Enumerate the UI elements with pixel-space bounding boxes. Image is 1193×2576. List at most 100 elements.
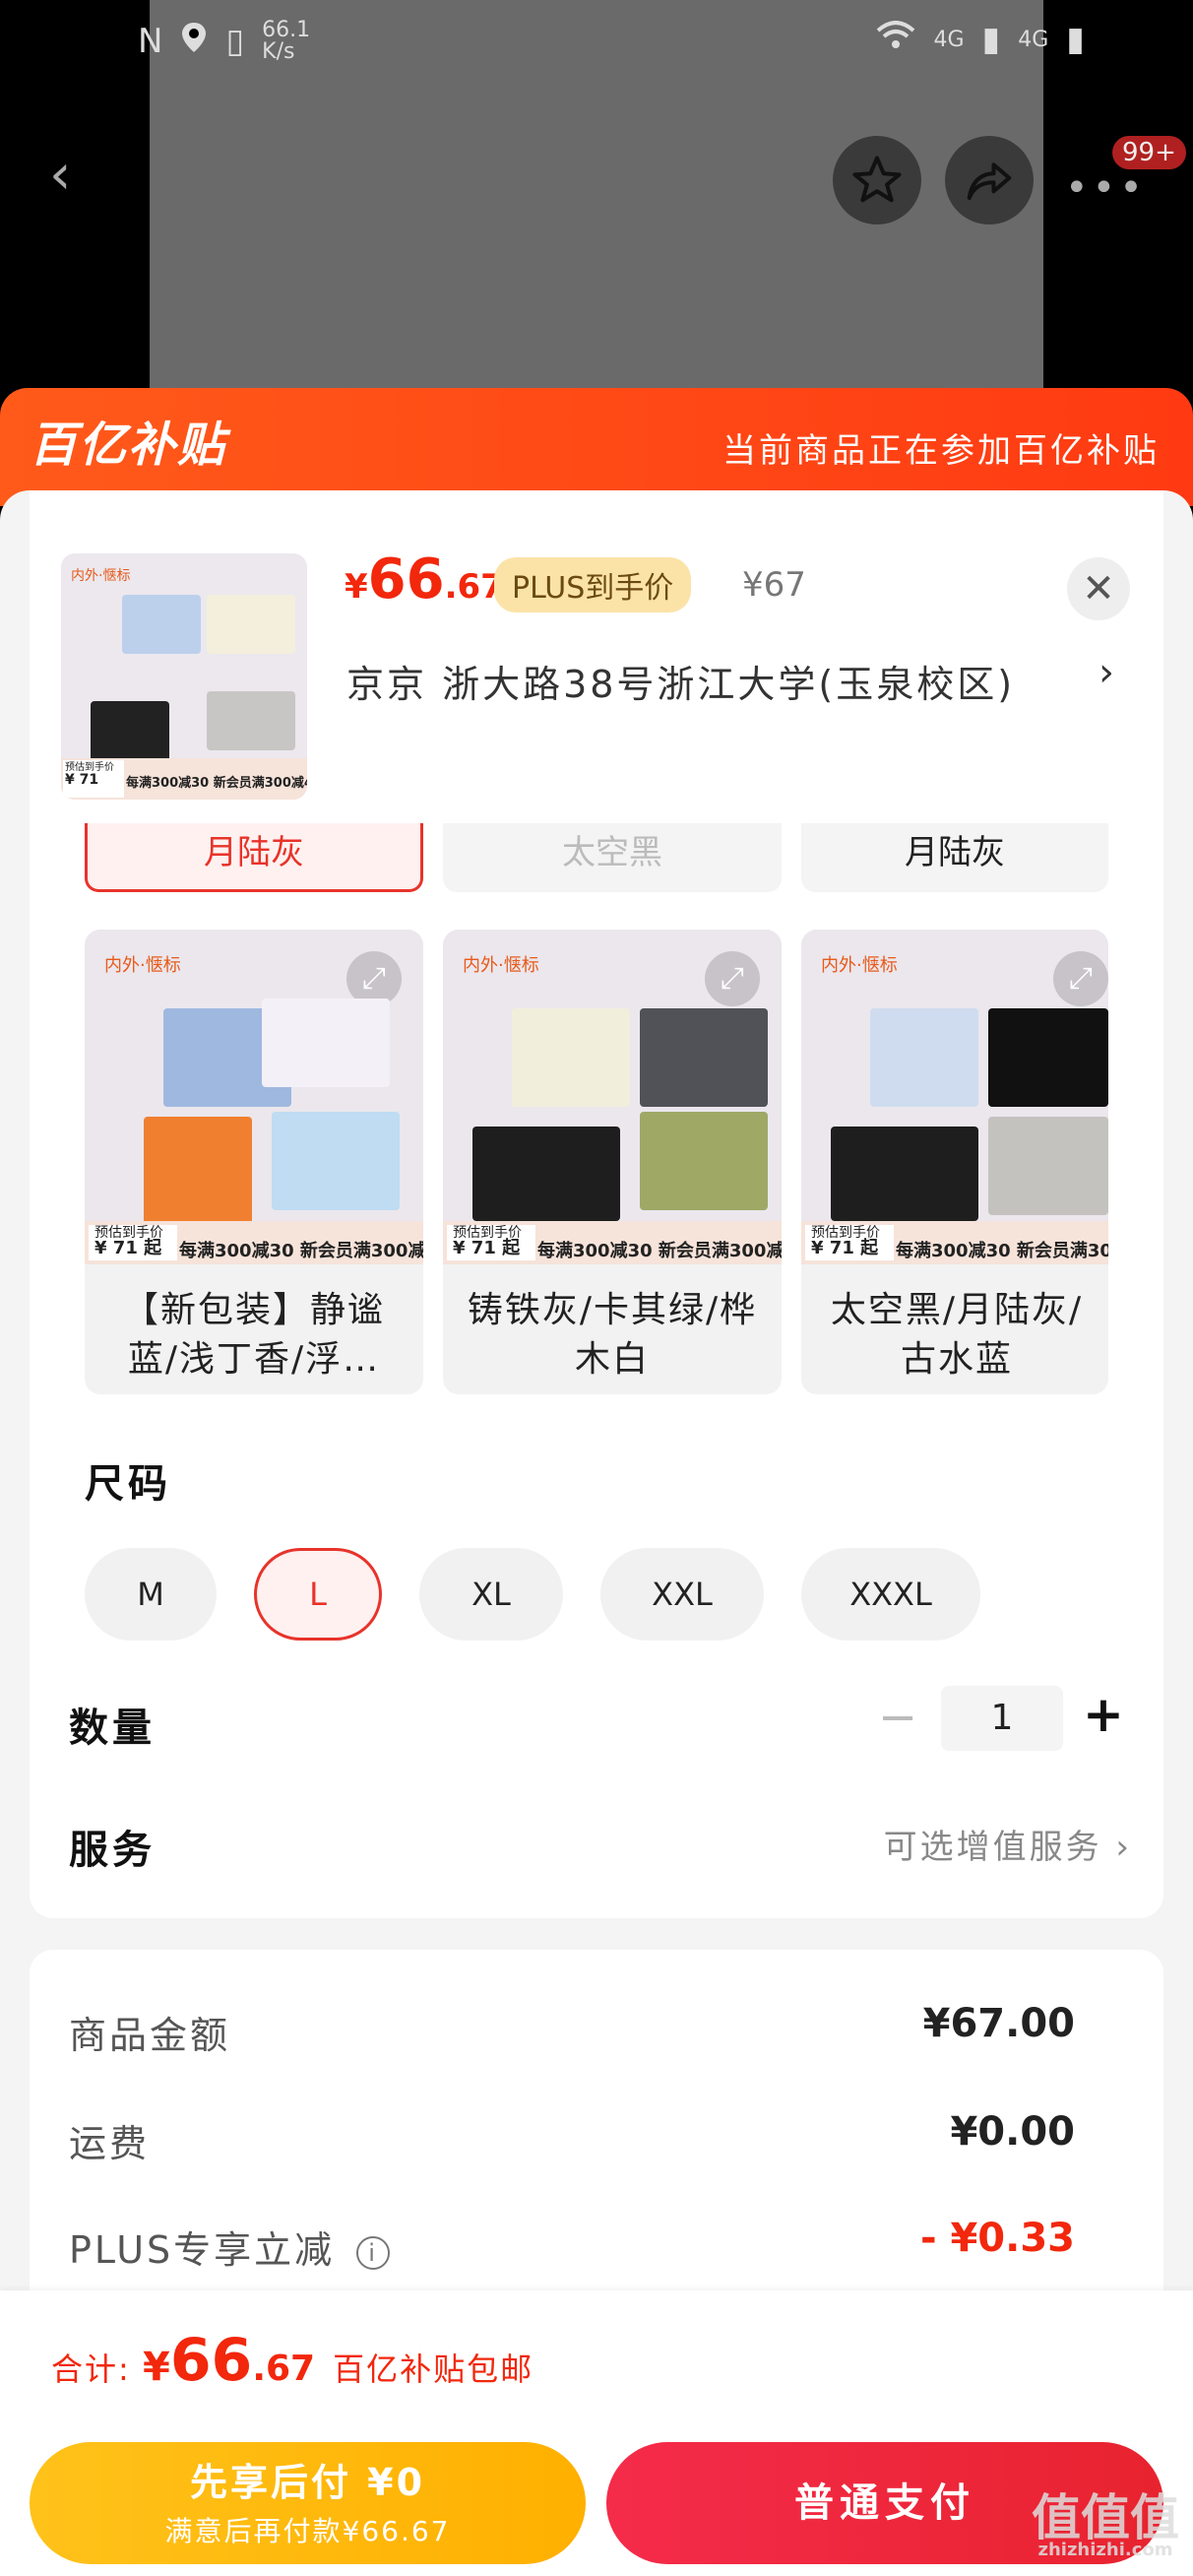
subsidy-logo: 百亿补贴 — [30, 418, 227, 473]
variant-label: 【新包装】静谧蓝/浅丁香/浮… — [122, 1290, 385, 1380]
color-chip[interactable]: 月陆灰 — [801, 823, 1108, 892]
total-label: 合计: — [51, 2351, 143, 2388]
total-integer: 66 — [169, 2326, 253, 2395]
est-value: ¥ 71 起 — [811, 1238, 879, 1258]
color-chip-selected[interactable]: 月陆灰 — [85, 823, 423, 892]
status-bar-left: N ▯ 66.1 K/s — [138, 20, 310, 63]
size-option-m[interactable]: M — [85, 1548, 217, 1641]
quantity-input[interactable]: 1 — [941, 1686, 1063, 1751]
plus-price: ¥66.67 — [345, 547, 504, 612]
wifi-icon — [876, 20, 915, 59]
thumb-est-value: ¥ 71 — [65, 772, 99, 788]
quantity-increase-button[interactable]: + — [1083, 1686, 1124, 1743]
address-chevron-icon[interactable]: › — [1099, 650, 1114, 695]
variant-card[interactable]: 内外·惬标 ⤢ 预估到手价¥ 71 起 每满300减30 新会员满300减40 … — [801, 930, 1108, 1394]
nfc-icon: N — [138, 22, 163, 61]
notification-badge: 99+ — [1112, 136, 1186, 169]
variant-estimate: 预估到手价 ¥ 71 起 — [89, 1225, 177, 1260]
watermark-logo: 值值值 zhizhizhi.com — [1032, 2489, 1179, 2560]
product-box-image — [144, 1117, 252, 1225]
variant-promo-text: 每满300减30 新会员满300减40 — [537, 1241, 782, 1261]
thumb-promo-text: 每满300减30 新会员满300减40 — [126, 776, 307, 791]
variant-card[interactable]: 内外·惬标 ⤢ 预估到手价¥ 71 起 每满300减30 新会员满300减40 … — [443, 930, 782, 1394]
variant-promo-strip: 预估到手价¥ 71 起 每满300减30 新会员满300减40 — [801, 1221, 1108, 1264]
info-icon[interactable]: i — [356, 2235, 391, 2270]
value-added-service-link[interactable]: 可选增值服务 › — [884, 1820, 1132, 1868]
plus-discount-value: - ¥0.33 — [919, 2216, 1075, 2261]
total-price: 合计: ¥66.67 百亿补贴包邮 — [51, 2326, 534, 2395]
variant-brand: 内外·惬标 — [463, 955, 539, 976]
signal-icon-2: ▮ — [1066, 20, 1085, 59]
network-speed: 66.1 K/s — [262, 20, 310, 63]
quantity-decrease-button[interactable]: − — [878, 1690, 917, 1745]
favorite-button[interactable] — [833, 136, 921, 225]
close-icon[interactable]: ✕ — [1067, 557, 1130, 620]
share-arrow-icon — [967, 162, 1012, 201]
product-image-lightblue — [870, 1008, 978, 1107]
est-value: ¥ 71 起 — [453, 1238, 521, 1258]
size-section-title: 尺码 — [85, 1461, 171, 1507]
watermark-url: zhizhizhi.com — [1037, 2540, 1173, 2560]
size-option-xl[interactable]: XL — [419, 1548, 563, 1641]
variant-card[interactable]: 内外·惬标 ⤢ 预估到手价¥ 71 起 每满300减30 新会员满300减40 … — [85, 930, 423, 1394]
price-currency: ¥ — [345, 567, 368, 607]
size-option-xxl[interactable]: XXL — [600, 1548, 764, 1641]
variant-image: 内外·惬标 ⤢ 预估到手价¥ 71 起 每满300减30 新会员满300减40 — [443, 930, 782, 1264]
expand-icon[interactable]: ⤢ — [1053, 951, 1108, 1006]
product-image-blue — [122, 595, 201, 654]
quantity-title: 数量 — [69, 1706, 156, 1751]
thumb-promo-strip: 预估到手价 ¥ 71 每满300减30 新会员满300减40 — [61, 758, 307, 800]
product-image-white — [262, 998, 390, 1087]
shipping-label: 运费 — [69, 2122, 151, 2165]
product-thumbnail[interactable]: 内外·惬标 预估到手价 ¥ 71 每满300减30 新会员满300减40 — [61, 553, 307, 800]
thumb-brand: 内外·惬标 — [71, 568, 131, 584]
est-value: ¥ 71 起 — [94, 1238, 162, 1258]
product-image-gray — [207, 691, 295, 750]
star-icon — [852, 156, 902, 203]
plus-discount-text: PLUS专享立减 — [69, 2228, 336, 2272]
status-bar-right: 4G ▮ 4G ▮ — [876, 20, 1085, 59]
more-menu-button[interactable]: ••• — [1065, 165, 1147, 211]
vibrate-icon: ▯ — [225, 22, 245, 61]
signal-label-1: 4G — [933, 27, 965, 52]
total-currency: ¥ — [142, 2345, 170, 2390]
product-image-lightblue — [272, 1112, 400, 1210]
variant-estimate: 预估到手价 ¥ 71 起 — [805, 1225, 894, 1260]
size-option-xxxl[interactable]: XXXL — [801, 1548, 980, 1641]
plus-price-tag: PLUS到手价 — [494, 557, 692, 612]
pay-later-subtitle: 满意后再付款¥66.67 — [164, 2515, 451, 2547]
goods-amount-label: 商品金额 — [69, 2014, 231, 2057]
total-decimal: .67 — [252, 2349, 316, 2389]
free-shipping-note: 百亿补贴包邮 — [333, 2351, 534, 2388]
product-image-gray — [988, 1117, 1108, 1215]
variant-promo-text: 每满300减30 新会员满300减40 — [896, 1241, 1108, 1261]
pay-later-title: 先享后付 ¥0 — [189, 2461, 426, 2504]
back-chevron-icon[interactable]: ‹ — [49, 148, 108, 207]
color-chip-label: 月陆灰 — [204, 833, 304, 872]
product-box-image — [472, 1127, 620, 1221]
pay-later-button[interactable]: 先享后付 ¥0 满意后再付款¥66.67 — [30, 2442, 586, 2564]
variant-promo-strip: 预估到手价¥ 71 起 每满300减30 新会员满300减40 — [443, 1221, 782, 1264]
delivery-address[interactable]: 京京 浙大路38号浙江大学(玉泉校区) — [346, 654, 1015, 708]
plus-discount-label: PLUS专享立减 i — [69, 2220, 391, 2274]
service-title: 服务 — [69, 1828, 156, 1873]
variant-label: 铸铁灰/卡其绿/桦木白 — [467, 1290, 758, 1380]
variant-image: 内外·惬标 ⤢ 预估到手价¥ 71 起 每满300减30 新会员满300减40 — [801, 930, 1108, 1264]
location-icon — [180, 21, 208, 63]
size-option-l[interactable]: L — [254, 1548, 382, 1641]
signal-label-2: 4G — [1018, 27, 1049, 52]
share-button[interactable] — [945, 136, 1034, 225]
watermark-text: 值值值 — [1032, 2489, 1179, 2546]
goods-amount-value: ¥67.00 — [922, 2001, 1075, 2046]
speed-unit: K/s — [262, 39, 295, 64]
signal-icon-1: ▮ — [981, 20, 1001, 59]
thumb-estimate: 预估到手价 ¥ 71 — [63, 760, 124, 798]
expand-icon[interactable]: ⤢ — [705, 951, 760, 1006]
product-box-image — [831, 1127, 978, 1221]
color-chip-disabled: 太空黑 — [443, 823, 782, 892]
variant-brand: 内外·惬标 — [821, 955, 898, 976]
variant-estimate: 预估到手价 ¥ 71 起 — [447, 1225, 535, 1260]
subsidy-banner: 百亿补贴 当前商品正在参加百亿补贴 — [0, 388, 1193, 506]
product-image-gray — [640, 1008, 768, 1107]
original-price: ¥67 — [742, 565, 806, 605]
